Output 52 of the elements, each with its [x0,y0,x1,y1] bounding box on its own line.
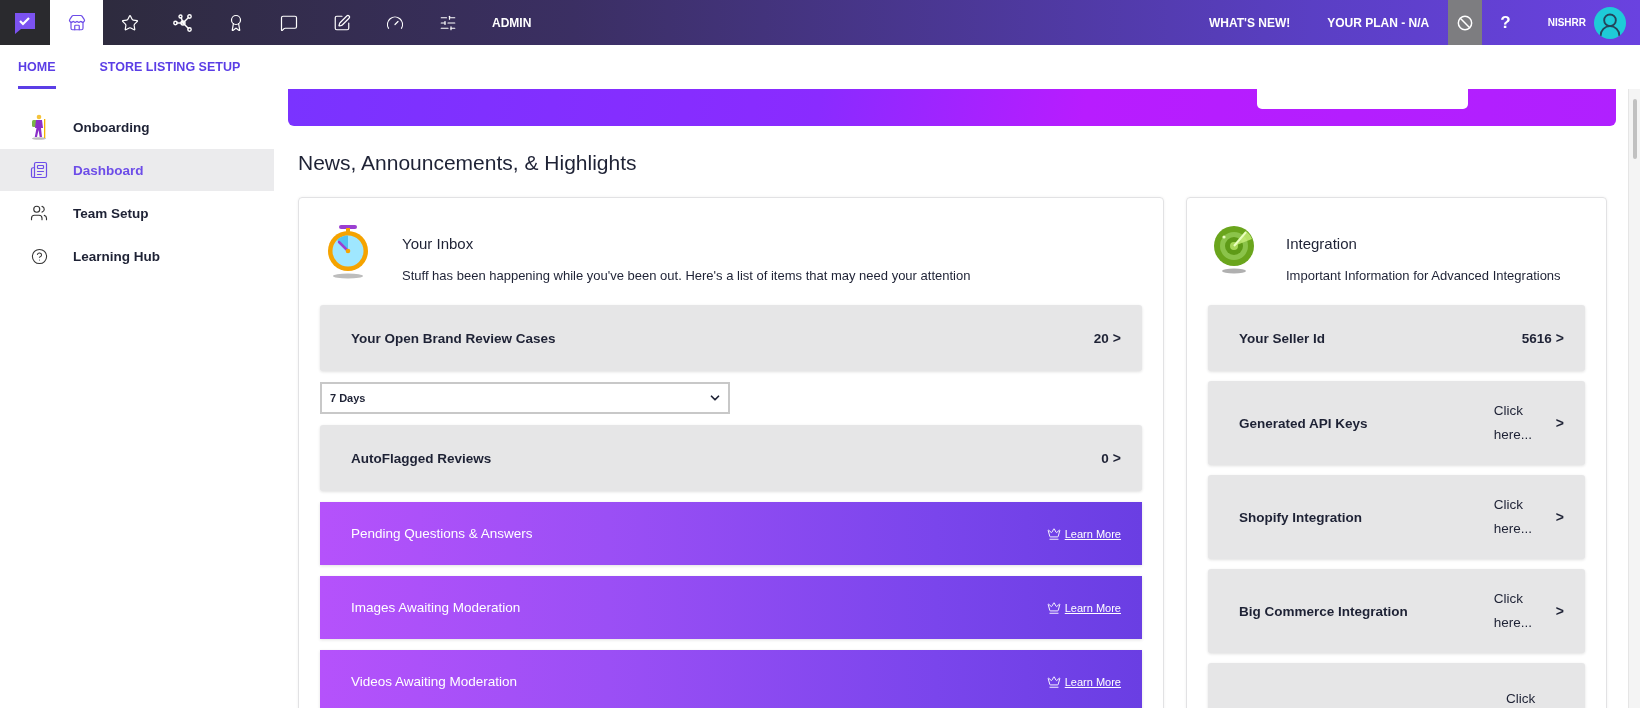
logo[interactable] [0,0,50,45]
block-button[interactable] [1448,0,1483,45]
nodes-icon [172,13,193,32]
integration-row[interactable]: Shopify Integration Click here... > [1208,475,1585,559]
scrollbar-thumb[interactable] [1632,99,1637,159]
crown-icon [1046,526,1061,541]
help-button[interactable]: ? [1500,12,1511,33]
learn-more-link[interactable]: Learn More [1046,600,1121,615]
learn-more-link[interactable]: Learn More [1046,526,1121,541]
card-title: Your Inbox [402,235,475,252]
store-icon [67,13,86,32]
section-heading: News, Announcements, & Highlights [298,151,638,175]
row-label: Images Awaiting Moderation [351,600,522,615]
card-title: Integration [1286,235,1358,252]
pen-icon [332,13,351,32]
integration-row[interactable]: Click [1208,663,1585,708]
sliders-icon [438,13,457,32]
days-dropdown[interactable]: 7 Days [320,382,730,414]
admin-link[interactable]: ADMIN [492,15,532,30]
inbox-row[interactable]: Your Open Brand Review Cases 20 > [320,305,1142,371]
sidebar-item[interactable]: Dashboard [0,149,274,191]
avatar-icon[interactable] [1594,6,1626,39]
blocked-icon [1457,14,1474,31]
card-description: Important Information for Advanced Integrations [1286,268,1561,283]
scrollbar[interactable] [1628,89,1640,708]
plan-link[interactable]: YOUR PLAN - N/A [1327,15,1430,30]
learn-more-link[interactable]: Learn More [1046,674,1121,689]
row-label: Videos Awaiting Moderation [351,674,519,689]
integration-row[interactable]: Generated API Keys Click here... > [1208,381,1585,465]
chat-icon [279,13,298,32]
tab[interactable]: HOME [18,45,56,89]
newspaper-icon [30,161,48,179]
row-label: Pending Questions & Answers [351,526,534,541]
help-icon [30,247,48,265]
inbox-row[interactable]: AutoFlagged Reviews 0 > [320,425,1142,491]
sidebar-item[interactable]: Team Setup [0,192,274,234]
whats-new-link[interactable]: WHAT'S NEW! [1209,15,1291,30]
integration-row[interactable]: Big Commerce Integration Click here... > [1208,569,1585,653]
hiker-icon [30,114,48,140]
gauge-icon [385,13,404,32]
integration-row[interactable]: Your Seller Id 5616 > [1208,305,1585,371]
crown-icon [1046,600,1061,615]
logo-icon [13,10,37,35]
user-name[interactable]: NISHRR [1547,17,1586,28]
star-icon [120,13,139,32]
sidebar-item[interactable]: Learning Hub [0,235,274,277]
crown-icon [1046,674,1061,689]
tab[interactable]: STORE LISTING SETUP [99,45,241,89]
sidebar-item[interactable]: Onboarding [0,106,274,148]
radar-icon [1212,225,1256,275]
team-icon [30,204,48,222]
card-description: Stuff has been happening while you've been out. Here's a list of items that may need your attention [402,268,971,283]
